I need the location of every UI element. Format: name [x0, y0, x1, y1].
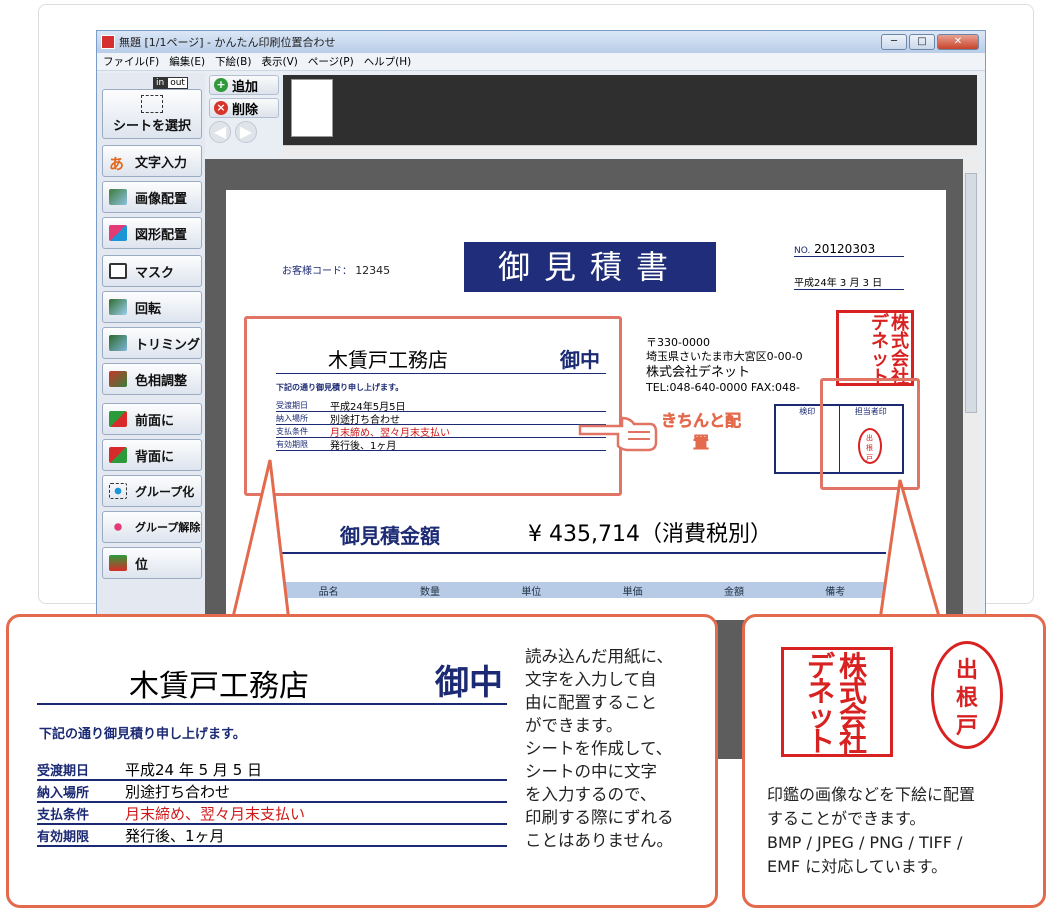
callout-field-value: 月末締め、翌々月末支払い: [125, 804, 306, 823]
description-line: ことはありません。: [525, 831, 674, 850]
description-line: 印鑑の画像などを下絵に配置: [767, 785, 976, 804]
description-line: EMF に対応しています。: [767, 857, 948, 876]
callout-field-label: 受渡期日: [37, 763, 90, 779]
text-placement-callout: 木賃戸工務店 御中 下記の通り御見積り申し上げます。 受渡期日 平成24 年 5 …: [6, 614, 718, 908]
callout-field-row: 有効期限 発行後、1ヶ月: [37, 825, 507, 847]
seal-image-callout: 株 式 会 社 デ ネ ッ ト 出 根 戸 印鑑の画像などを下絵に配置 すること…: [742, 614, 1046, 908]
personal-seal: 出 根 戸: [931, 641, 1003, 749]
text-placement-description: 読み込んだ用紙に、 文字を入力して自 由に配置すること ができます。 シートを作…: [525, 645, 711, 852]
callout-field-row: 納入場所 別途打ち合わせ: [37, 781, 507, 803]
description-line: BMP / JPEG / PNG / TIFF /: [767, 833, 963, 852]
callout-field-value: 発行後、1ヶ月: [125, 826, 225, 845]
seal-char: ト: [806, 725, 835, 758]
callout-field-row: 受渡期日 平成24 年 5 月 5 日: [37, 759, 507, 781]
description-line: 印刷する際にずれる: [525, 808, 674, 827]
description-line: シートの中に文字: [525, 762, 657, 781]
company-seal: 株 式 会 社 デ ネ ッ ト: [781, 647, 893, 757]
description-line: ができます。: [525, 716, 623, 735]
callout-fields: 受渡期日 平成24 年 5 月 5 日 納入場所 別途打ち合わせ 支払条件 月末締め、…: [37, 759, 507, 847]
callout-field-value: 別途打ち合わせ: [125, 782, 231, 801]
callout-recipient: 木賃戸工務店 御中: [37, 655, 507, 705]
callout-field-label: 有効期限: [37, 829, 90, 845]
callout-recipient-name: 木賃戸工務店: [129, 669, 309, 704]
description-line: 由に配置すること: [525, 693, 657, 712]
callout-field-label: 支払条件: [37, 807, 90, 823]
callout-intro: 下記の通り御見積り申し上げます。: [39, 727, 246, 742]
description-line: することができます。: [767, 809, 926, 828]
description-line: 読み込んだ用紙に、: [525, 647, 674, 666]
seal-description: 印鑑の画像などを下絵に配置 することができます。 BMP / JPEG / PN…: [767, 783, 1043, 879]
seal-char: 戸: [955, 713, 978, 739]
callout-field-label: 納入場所: [37, 785, 90, 801]
description-line: シートを作成して、: [525, 739, 673, 758]
description-line: 文字を入力して自: [525, 670, 657, 689]
description-line: を入力するので、: [525, 785, 657, 804]
callout-field-value: 平成24 年 5 月 5 日: [125, 760, 263, 779]
callout-field-row: 支払条件 月末締め、翌々月末支払い: [37, 803, 507, 825]
seal-char: 根: [955, 685, 978, 711]
seal-char: 社: [839, 725, 868, 758]
seal-char: 出: [955, 657, 978, 683]
callout-honorific: 御中: [435, 663, 503, 703]
